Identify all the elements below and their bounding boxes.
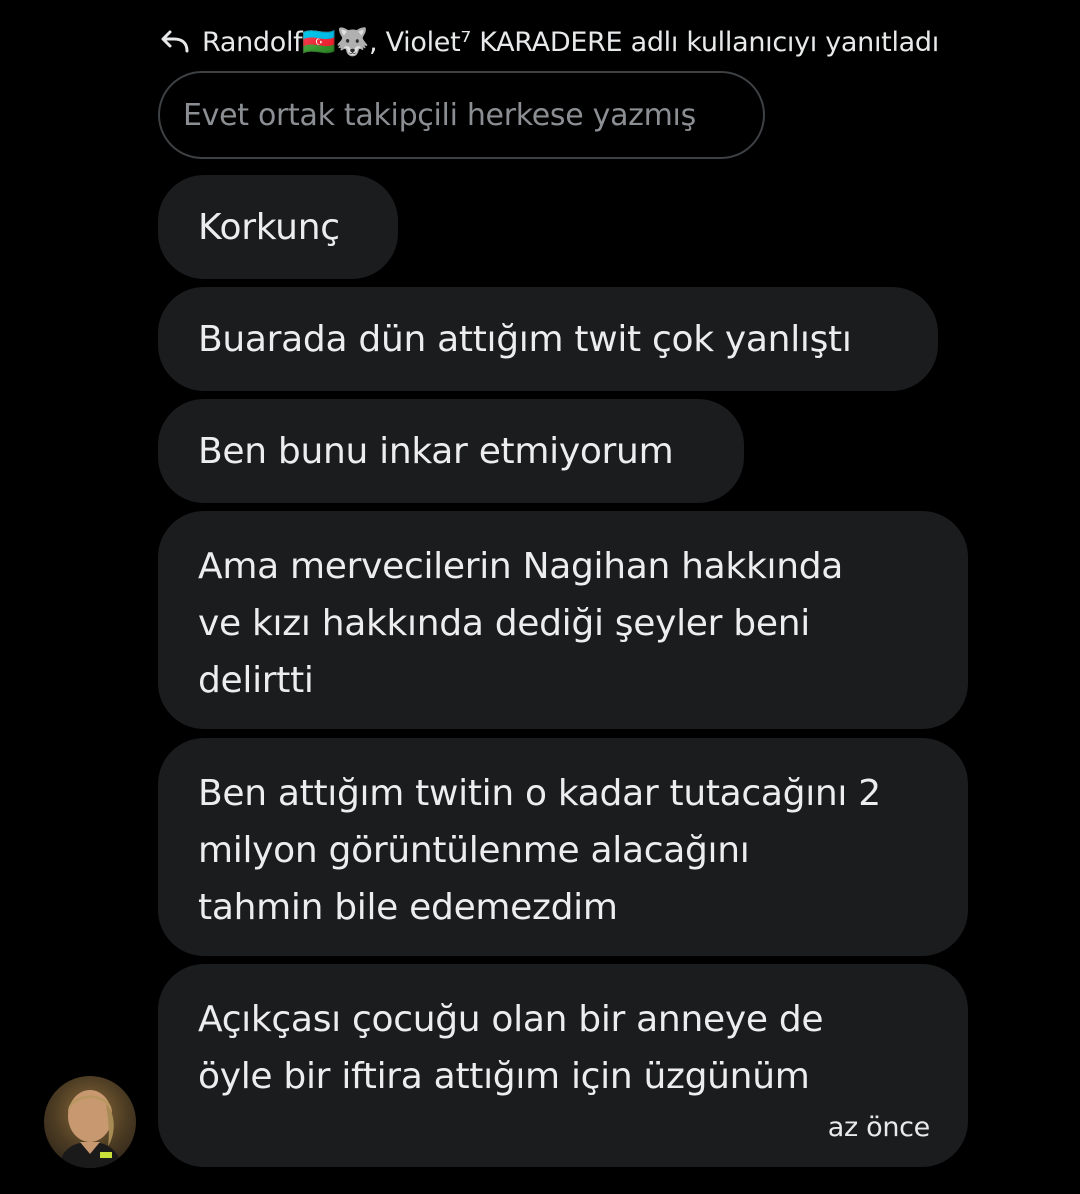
- message-bubble[interactable]: Açıkçası çocuğu olan bir anneye de öyle …: [158, 964, 968, 1167]
- message-text: tahmin bile edemezdim: [198, 887, 618, 928]
- message-text: Ama mervecilerin Nagihan hakkında: [198, 546, 844, 587]
- quoted-message[interactable]: Evet ortak takipçili herkese yazmış: [158, 71, 765, 159]
- message-text: Ben bunu inkar etmiyorum: [198, 430, 674, 472]
- message-bubble[interactable]: Ben attığım twitin o kadar tutacağını 2 …: [158, 738, 968, 956]
- message-bubble[interactable]: Buarada dün attığım twit çok yanlıştı: [158, 287, 938, 391]
- user-avatar-icon[interactable]: [44, 1076, 136, 1168]
- message-text: Korkunç: [198, 206, 340, 248]
- message-text: delirtti: [198, 660, 314, 701]
- reply-context-text: Randolf🇦🇿🐺, Violet⁷ KARADERE adlı kullan…: [202, 27, 939, 58]
- message-text: milyon görüntülenme alacağını: [198, 830, 750, 871]
- message-text: ve kızı hakkında dediği şeyler beni: [198, 603, 810, 644]
- message-text: öyle bir iftira attığım için üzgünüm: [198, 1056, 810, 1097]
- message-text: Buarada dün attığım twit çok yanlıştı: [198, 318, 852, 360]
- message-bubble[interactable]: Korkunç: [158, 175, 398, 279]
- reply-context: Randolf🇦🇿🐺, Violet⁷ KARADERE adlı kullan…: [158, 22, 939, 62]
- message-bubble[interactable]: Ben bunu inkar etmiyorum: [158, 399, 744, 503]
- message-timestamp: az önce: [827, 1112, 931, 1143]
- message-bubble[interactable]: Ama mervecilerin Nagihan hakkında ve kız…: [158, 511, 968, 729]
- message-text: Açıkçası çocuğu olan bir anneye de: [198, 999, 824, 1040]
- message-text: Ben attığım twitin o kadar tutacağını 2: [198, 773, 881, 814]
- reply-arrow-icon: [158, 25, 192, 59]
